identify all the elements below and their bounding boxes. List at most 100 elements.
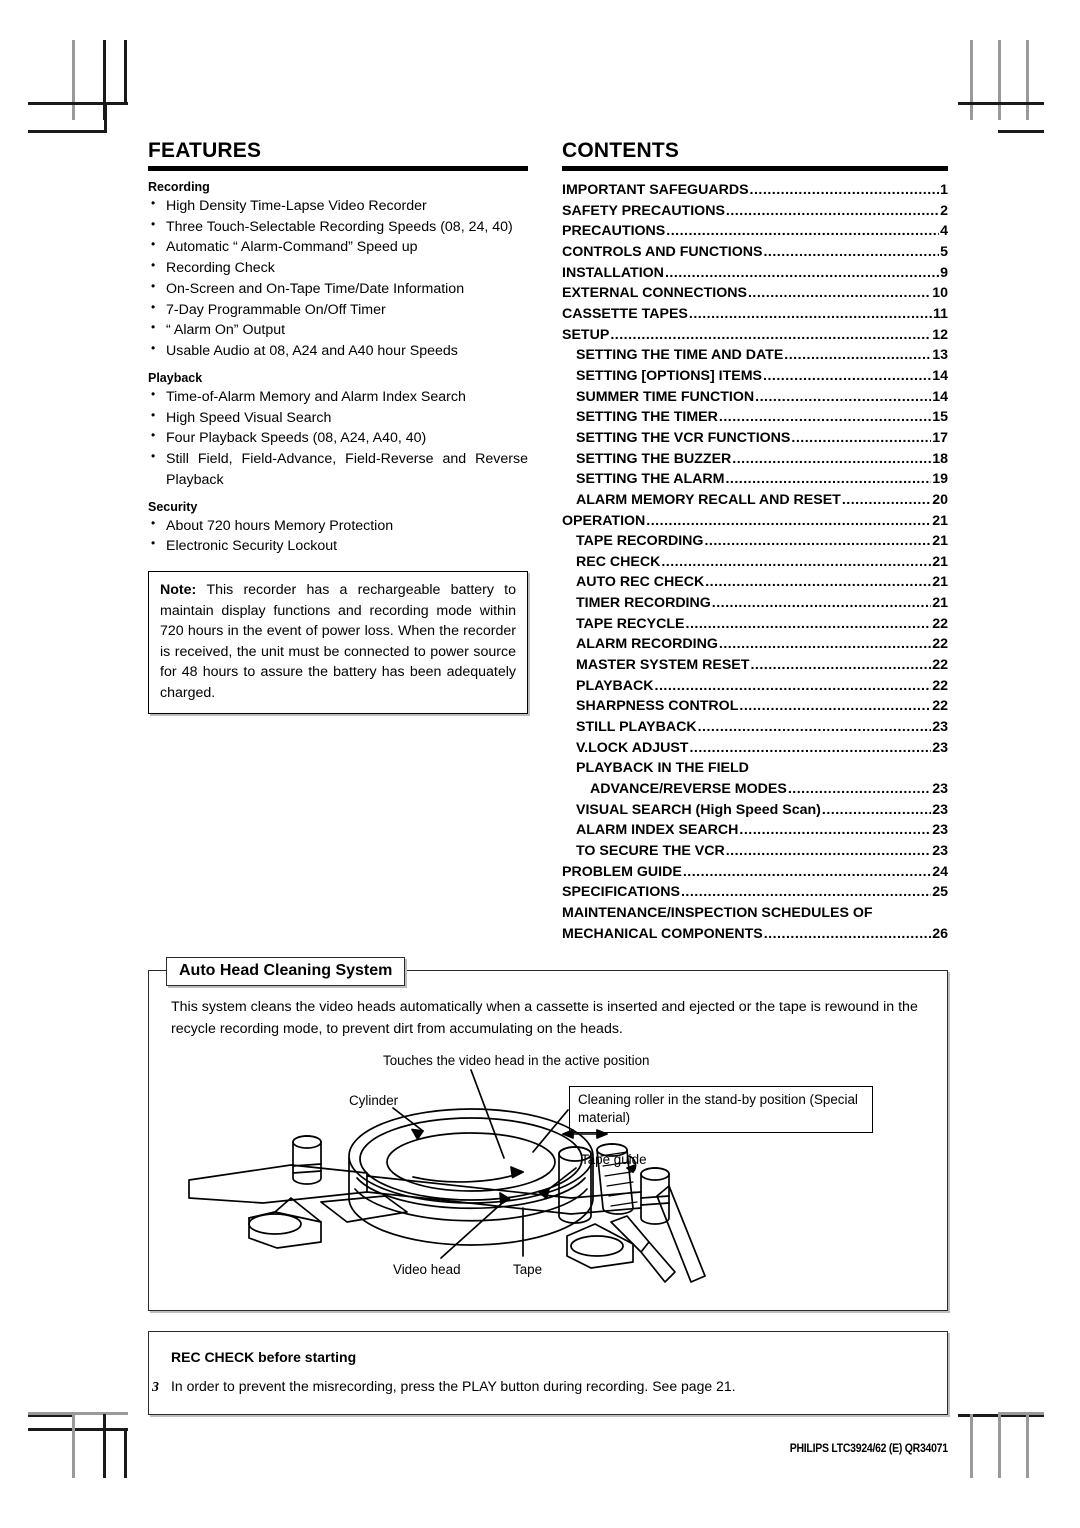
toc-entry[interactable]: PRECAUTIONS 4 bbox=[562, 221, 948, 242]
list-item: 7-Day Programmable On/Off Timer bbox=[148, 299, 528, 321]
note-box: Note: This recorder has a rechargeable b… bbox=[148, 571, 528, 714]
toc-entry[interactable]: SETTING THE ALARM 19 bbox=[562, 469, 948, 490]
toc-entry-page: 21 bbox=[932, 512, 948, 529]
list-item: Automatic “ Alarm-Command” Speed up bbox=[148, 236, 528, 258]
toc-entry-page: 1 bbox=[940, 182, 948, 198]
toc-entry[interactable]: ALARM MEMORY RECALL AND RESET 20 bbox=[562, 490, 948, 511]
toc-leader-dots bbox=[683, 862, 931, 883]
head-cleaning-diagram: Touches the video head in the active pos… bbox=[171, 1046, 925, 1296]
crop-mark-top-left bbox=[28, 40, 128, 136]
table-of-contents: IMPORTANT SAFEGUARDS 1 SAFETY PRECAUTIONS 2… bbox=[562, 180, 948, 944]
toc-entry[interactable]: SETTING THE BUZZER 18 bbox=[562, 449, 948, 470]
toc-entry[interactable]: AUTO REC CHECK 21 bbox=[562, 572, 948, 593]
toc-entry[interactable]: VISUAL SEARCH (High Speed Scan) 23 bbox=[562, 800, 948, 821]
toc-entry[interactable]: EXTERNAL CONNECTIONS 10 bbox=[562, 283, 948, 304]
toc-entry[interactable]: PROBLEM GUIDE 24 bbox=[562, 862, 948, 883]
toc-entry[interactable]: SETTING THE TIMER 15 bbox=[562, 407, 948, 428]
toc-entry-page: 13 bbox=[932, 347, 948, 364]
toc-leader-dots bbox=[689, 738, 931, 759]
crop-mark-top-right bbox=[958, 40, 1058, 136]
toc-entry-page: 25 bbox=[932, 884, 948, 901]
toc-entry[interactable]: STILL PLAYBACK 23 bbox=[562, 717, 948, 738]
features-column: FEATURES Recording High Density Time-Lap… bbox=[148, 140, 528, 714]
toc-entry[interactable]: V.LOCK ADJUST 23 bbox=[562, 738, 948, 759]
toc-entry-page: 21 bbox=[932, 553, 948, 570]
toc-entry-title: SAFETY PRECAUTIONS bbox=[562, 202, 725, 219]
toc-entry-title: OPERATION bbox=[562, 512, 646, 529]
toc-entry[interactable]: SETTING THE VCR FUNCTIONS 17 bbox=[562, 428, 948, 449]
toc-leader-dots bbox=[763, 242, 939, 263]
toc-entry-title: TAPE RECYCLE bbox=[576, 615, 685, 632]
features-group-recording: Recording High Density Time-Lapse Video … bbox=[148, 180, 528, 362]
toc-entry-title: ADVANCE/REVERSE MODES bbox=[590, 781, 787, 798]
toc-entry[interactable]: MECHANICAL COMPONENTS 26 bbox=[562, 924, 948, 945]
toc-entry[interactable]: MAINTENANCE/INSPECTION SCHEDULES OF bbox=[562, 903, 948, 924]
toc-entry[interactable]: OPERATION 21 bbox=[562, 511, 948, 532]
contents-column: CONTENTS IMPORTANT SAFEGUARDS 1 SAFETY PRE… bbox=[562, 140, 948, 944]
toc-entry[interactable]: SPECIFICATIONS 25 bbox=[562, 882, 948, 903]
toc-entry[interactable]: TAPE RECYCLE 22 bbox=[562, 614, 948, 635]
features-group-security: Security About 720 hours Memory Protecti… bbox=[148, 500, 528, 557]
toc-entry-title: IMPORTANT SAFEGUARDS bbox=[562, 182, 749, 198]
toc-entry[interactable]: SUMMER TIME FUNCTION 14 bbox=[562, 387, 948, 408]
list-item: Four Playback Speeds (08, A24, A40, 40) bbox=[148, 427, 528, 449]
toc-entry[interactable]: ADVANCE/REVERSE MODES 23 bbox=[562, 779, 948, 800]
toc-leader-dots bbox=[750, 655, 931, 676]
toc-entry[interactable]: PLAYBACK IN THE FIELD bbox=[562, 758, 948, 779]
toc-leader-dots bbox=[739, 820, 931, 841]
rec-check-text: In order to prevent the misrecording, pr… bbox=[171, 1377, 736, 1394]
toc-entry[interactable]: SHARPNESS CONTROL 22 bbox=[562, 696, 948, 717]
toc-entry-title: SETTING THE TIME AND DATE bbox=[576, 347, 784, 364]
toc-entry-page: 22 bbox=[932, 657, 948, 674]
rec-check-box: REC CHECK before starting In order to pr… bbox=[148, 1330, 948, 1415]
toc-entry-title: SETTING [OPTIONS] ITEMS bbox=[576, 367, 763, 384]
toc-entry-title: PLAYBACK bbox=[576, 677, 654, 694]
features-list-playback: Time-of-Alarm Memory and Alarm Index Sea… bbox=[148, 386, 528, 491]
toc-entry[interactable]: INSTALLATION 9 bbox=[562, 263, 948, 284]
toc-entry-page: 5 bbox=[940, 243, 948, 260]
toc-entry[interactable]: CASSETTE TAPES 11 bbox=[562, 304, 948, 325]
toc-entry[interactable]: TAPE RECORDING 21 bbox=[562, 531, 948, 552]
toc-entry[interactable]: ALARM INDEX SEARCH 23 bbox=[562, 820, 948, 841]
toc-entry-title: SHARPNESS CONTROL bbox=[576, 698, 739, 715]
toc-entry-page: 21 bbox=[932, 533, 948, 550]
toc-entry-title: AUTO REC CHECK bbox=[576, 574, 705, 591]
toc-entry[interactable]: SETUP 12 bbox=[562, 325, 948, 346]
toc-entry[interactable]: REC CHECK 21 bbox=[562, 552, 948, 573]
toc-leader-dots bbox=[719, 407, 931, 428]
toc-entry-title: ALARM RECORDING bbox=[576, 636, 718, 653]
toc-entry-title: TAPE RECORDING bbox=[576, 533, 704, 550]
toc-entry[interactable]: TO SECURE THE VCR 23 bbox=[562, 841, 948, 862]
note-text: This recorder has a rechargeable battery… bbox=[160, 582, 516, 701]
toc-entry-title: CASSETTE TAPES bbox=[562, 305, 688, 322]
toc-entry-page: 9 bbox=[940, 264, 948, 281]
page-number: 3 bbox=[152, 1380, 159, 1395]
auto-head-cleaning-body: This system cleans the video heads autom… bbox=[171, 999, 918, 1037]
toc-entry[interactable]: CONTROLS AND FUNCTIONS 5 bbox=[562, 242, 948, 263]
toc-entry[interactable]: SETTING THE TIME AND DATE 13 bbox=[562, 345, 948, 366]
features-heading: FEATURES bbox=[148, 140, 528, 171]
toc-entry-title: CONTROLS AND FUNCTIONS bbox=[562, 243, 763, 260]
toc-entry-title: MAINTENANCE/INSPECTION SCHEDULES OF bbox=[562, 904, 873, 921]
features-subheading: Playback bbox=[148, 370, 203, 385]
list-item: On-Screen and On-Tape Time/Date Informat… bbox=[148, 278, 528, 300]
toc-entry-page: 14 bbox=[932, 367, 948, 384]
toc-leader-dots bbox=[712, 593, 931, 614]
toc-entry-page: 22 bbox=[932, 636, 948, 653]
list-item: High Density Time-Lapse Video Recorder bbox=[148, 195, 528, 217]
toc-entry[interactable]: SETTING [OPTIONS] ITEMS 14 bbox=[562, 366, 948, 387]
toc-entry[interactable]: IMPORTANT SAFEGUARDS 1 bbox=[562, 180, 948, 201]
toc-entry[interactable]: MASTER SYSTEM RESET 22 bbox=[562, 655, 948, 676]
toc-entry-page: 23 bbox=[932, 719, 948, 736]
toc-leader-dots bbox=[686, 614, 932, 635]
toc-leader-dots bbox=[791, 428, 931, 449]
toc-entry[interactable]: ALARM RECORDING 22 bbox=[562, 634, 948, 655]
toc-entry[interactable]: TIMER RECORDING 21 bbox=[562, 593, 948, 614]
auto-head-cleaning-box: This system cleans the video heads autom… bbox=[148, 970, 948, 1311]
toc-entry-page: 18 bbox=[932, 450, 948, 467]
toc-entry[interactable]: SAFETY PRECAUTIONS 2 bbox=[562, 201, 948, 222]
toc-entry-title: SETTING THE TIMER bbox=[576, 409, 718, 426]
toc-entry-title: SETTING THE VCR FUNCTIONS bbox=[576, 429, 791, 446]
toc-entry[interactable]: PLAYBACK 22 bbox=[562, 676, 948, 697]
toc-entry-page: 24 bbox=[932, 863, 948, 880]
